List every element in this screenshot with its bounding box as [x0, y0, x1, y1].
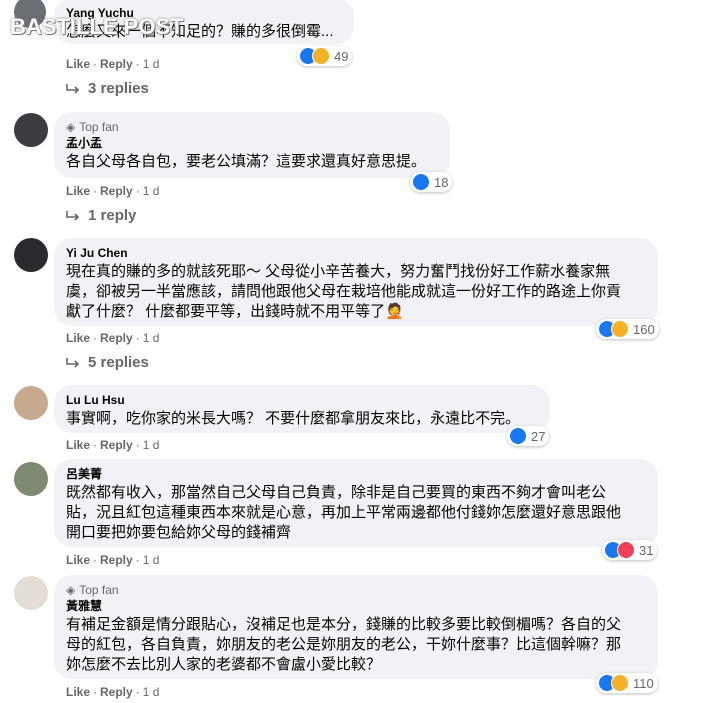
- comment-text: 現在真的賺的多的就該死耶～ 父母從小辛苦養大，努力奮鬥找份好工作薪水養家無 虞，…: [66, 263, 622, 320]
- like-link[interactable]: Like: [66, 57, 90, 71]
- commenter-name[interactable]: Yi Ju Chen: [66, 245, 646, 262]
- comment-bubble: ◈ Top fan 孟小孟 各自父母各自包，要老公填滿？這要求還真好意思提。: [54, 112, 450, 178]
- reaction-summary[interactable]: 160: [596, 319, 659, 339]
- like-reaction-icon: [412, 173, 430, 191]
- commenter-name[interactable]: 孟小孟: [66, 135, 438, 152]
- commenter-name[interactable]: 黃雅慧: [66, 598, 646, 615]
- comment-time[interactable]: 1 d: [143, 184, 160, 198]
- diamond-icon: ◈: [66, 583, 76, 597]
- comment-actions: Like · Reply · 1 d: [66, 331, 160, 345]
- comment-text: 事實啊，吃你家的米長大嗎？ 不要什麼都拿朋友來比，永遠比不完。: [66, 410, 521, 427]
- comment-time[interactable]: 1 d: [143, 331, 160, 345]
- reply-link[interactable]: Reply: [100, 331, 133, 345]
- love-reaction-icon: [617, 541, 635, 559]
- comment-time[interactable]: 1 d: [143, 438, 160, 452]
- reaction-summary[interactable]: 110: [596, 673, 658, 693]
- avatar[interactable]: [14, 386, 48, 420]
- like-link[interactable]: Like: [66, 184, 90, 198]
- avatar[interactable]: [14, 113, 48, 147]
- avatar[interactable]: [14, 576, 48, 610]
- like-link[interactable]: Like: [66, 438, 90, 452]
- watermark-logo: BASTILLE POST: [10, 14, 184, 39]
- comment-time[interactable]: 1 d: [143, 685, 160, 699]
- reaction-summary[interactable]: 18: [410, 172, 453, 192]
- comment-time[interactable]: 1 d: [143, 57, 160, 71]
- comment-bubble: Yi Ju Chen 現在真的賺的多的就該死耶～ 父母從小辛苦養大，努力奮鬥找份…: [54, 238, 658, 326]
- reaction-count: 31: [639, 542, 654, 558]
- comment-actions: Like · Reply · 1 d: [66, 438, 160, 452]
- comment-actions: Like · Reply · 1 d: [66, 184, 160, 198]
- haha-reaction-icon: [611, 320, 629, 338]
- haha-reaction-icon: [611, 674, 629, 692]
- like-link[interactable]: Like: [66, 331, 90, 345]
- reply-arrow-icon: [66, 83, 80, 94]
- comment-text: 既然都有收入，那當然自己父母自己負責，除非是自己要買的東西不夠才會叫老公 貼，況…: [66, 484, 622, 541]
- comment-actions: Like · Reply · 1 d: [66, 57, 160, 71]
- comment-time[interactable]: 1 d: [143, 553, 160, 567]
- diamond-icon: ◈: [66, 120, 76, 134]
- like-link[interactable]: Like: [66, 553, 90, 567]
- like-reaction-icon: [509, 427, 527, 445]
- reaction-count: 110: [633, 675, 654, 691]
- reply-arrow-icon: [66, 357, 80, 368]
- reaction-summary[interactable]: 31: [602, 540, 658, 560]
- comment-bubble: Lu Lu Hsu 事實啊，吃你家的米長大嗎？ 不要什麼都拿朋友來比，永遠比不完…: [54, 385, 550, 433]
- avatar[interactable]: [14, 462, 48, 496]
- reply-arrow-icon: [66, 210, 80, 221]
- reaction-count: 18: [434, 174, 449, 190]
- reply-link[interactable]: Reply: [100, 184, 133, 198]
- comment-actions: Like · Reply · 1 d: [66, 685, 160, 699]
- reply-link[interactable]: Reply: [100, 553, 133, 567]
- reaction-count: 49: [334, 48, 349, 64]
- reaction-count: 27: [531, 428, 546, 444]
- reaction-summary[interactable]: 27: [507, 426, 550, 446]
- commenter-name[interactable]: Lu Lu Hsu: [66, 392, 538, 409]
- comment-bubble: 呂美菁 既然都有收入，那當然自己父母自己負責，除非是自己要買的東西不夠才會叫老公…: [54, 459, 658, 547]
- comment-text: 有補足金額是情分跟貼心，沒補足也是本分，錢賺的比較多要比較倒楣嗎？各自的父 母的…: [66, 616, 622, 673]
- view-replies-link[interactable]: 5 replies: [66, 354, 149, 371]
- view-replies-link[interactable]: 3 replies: [66, 80, 149, 97]
- avatar[interactable]: [14, 238, 48, 272]
- reply-link[interactable]: Reply: [100, 685, 133, 699]
- comment-text: 各自父母各自包，要老公填滿？這要求還真好意思提。: [66, 153, 427, 170]
- like-link[interactable]: Like: [66, 685, 90, 699]
- reply-link[interactable]: Reply: [100, 438, 133, 452]
- top-fan-badge: ◈ Top fan: [66, 120, 119, 134]
- haha-reaction-icon: [312, 47, 330, 65]
- reaction-summary[interactable]: 49: [297, 46, 353, 66]
- comment-actions: Like · Reply · 1 d: [66, 553, 160, 567]
- view-replies-link[interactable]: 1 reply: [66, 207, 136, 224]
- top-fan-badge: ◈ Top fan: [66, 583, 119, 597]
- reply-link[interactable]: Reply: [100, 57, 133, 71]
- commenter-name[interactable]: 呂美菁: [66, 466, 646, 483]
- comment-bubble: ◈ Top fan 黃雅慧 有補足金額是情分跟貼心，沒補足也是本分，錢賺的比較多要…: [54, 575, 658, 679]
- reaction-count: 160: [633, 321, 655, 337]
